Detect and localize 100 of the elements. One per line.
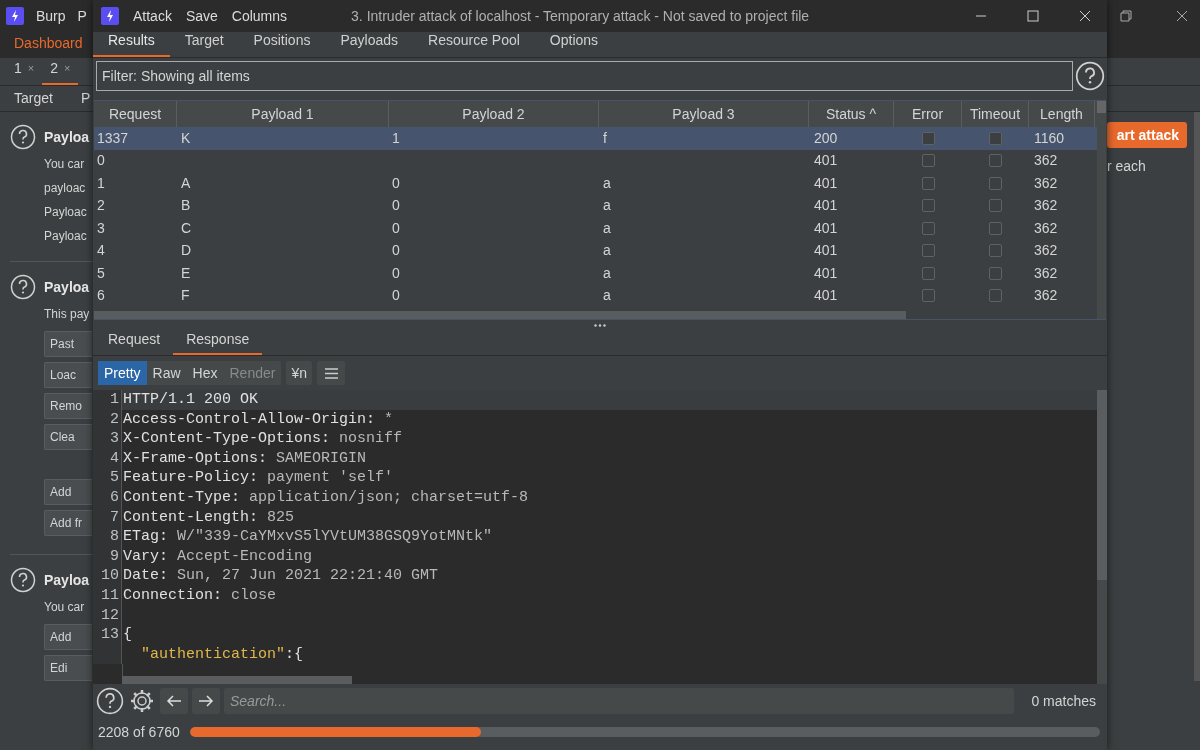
- right-arrow-icon: [198, 695, 214, 707]
- table-cell-text: 0: [391, 263, 401, 283]
- checkbox[interactable]: [989, 154, 1002, 168]
- menu-item[interactable]: Attack: [133, 5, 172, 27]
- intruder-tab[interactable]: P: [80, 88, 91, 109]
- action-button[interactable]: Add: [44, 624, 92, 650]
- table-cell-text: 3: [96, 218, 106, 238]
- checkbox[interactable]: [921, 244, 935, 258]
- session-tab[interactable]: 1 ×: [6, 58, 43, 85]
- checkbox[interactable]: [921, 199, 935, 213]
- close-icon[interactable]: [1079, 10, 1091, 22]
- checkbox[interactable]: [989, 221, 1002, 235]
- result-row[interactable]: 0 401 362: [94, 149, 1097, 172]
- newline-toggle-button[interactable]: ¥n: [286, 361, 312, 385]
- view-mode-button[interactable]: Hex: [186, 361, 224, 385]
- results-tab[interactable]: Resource Pool: [413, 30, 535, 57]
- table-cell-text: 401: [813, 263, 839, 283]
- code-line: Vary: Accept-Encoding: [122, 546, 313, 567]
- results-tab[interactable]: Payloads: [325, 30, 413, 57]
- result-row[interactable]: 3 C 0 a 401 362: [94, 217, 1097, 240]
- section-title: Payloa: [44, 127, 90, 147]
- action-button[interactable]: Add fr: [44, 510, 92, 536]
- action-button[interactable]: Past: [44, 331, 92, 357]
- table-cell-text: 6: [96, 286, 106, 306]
- restore-icon[interactable]: [1120, 10, 1132, 22]
- checkbox[interactable]: [921, 154, 935, 168]
- checkbox[interactable]: [921, 221, 935, 235]
- splitter-handle-icon[interactable]: [594, 323, 606, 327]
- close-icon[interactable]: [1176, 10, 1188, 22]
- code-line: Feature-Policy: payment 'self': [122, 468, 394, 488]
- results-tab[interactable]: Results: [93, 30, 170, 57]
- table-cell-text: 362: [1033, 218, 1059, 238]
- table-cell-text: C: [180, 218, 193, 238]
- menu-item[interactable]: Save: [185, 5, 218, 27]
- table-cell-text: 0: [391, 286, 401, 306]
- help-icon[interactable]: [10, 567, 36, 593]
- line-number: 1: [93, 390, 122, 410]
- checkbox[interactable]: [921, 289, 935, 303]
- menu-item[interactable]: Burp: [36, 5, 66, 27]
- maximize-icon[interactable]: [1027, 10, 1039, 22]
- result-row[interactable]: 1 A 0 a 401 362: [94, 172, 1097, 195]
- table-cell-text: 401: [813, 173, 839, 193]
- table-cell-text: 0: [96, 151, 106, 171]
- help-icon[interactable]: [1075, 61, 1105, 91]
- filter-bar[interactable]: Filter: Showing all items: [96, 61, 1073, 91]
- line-number: 5: [93, 468, 122, 488]
- action-button[interactable]: Add: [44, 479, 92, 505]
- code-line: HTTP/1.1 200 OK: [122, 390, 259, 410]
- table-cell-text: 4: [96, 241, 106, 261]
- view-mode-button[interactable]: Pretty: [98, 361, 147, 385]
- results-tab[interactable]: Target: [169, 30, 239, 57]
- checkbox[interactable]: [921, 266, 935, 280]
- result-row[interactable]: 4 D 0 a 401 362: [94, 239, 1097, 262]
- action-button[interactable]: Edi: [44, 655, 92, 681]
- intruder-tab[interactable]: Target: [14, 88, 53, 109]
- session-tab[interactable]: 2 ×: [42, 58, 79, 85]
- view-mode-button[interactable]: Raw: [146, 361, 187, 385]
- menu-icon: [324, 367, 338, 379]
- message-tab[interactable]: Response: [173, 329, 263, 355]
- action-button[interactable]: Loac: [44, 362, 92, 388]
- checkbox[interactable]: [989, 131, 1002, 145]
- menu-item[interactable]: Columns: [231, 5, 288, 27]
- checkbox[interactable]: [989, 289, 1002, 303]
- checkbox[interactable]: [989, 199, 1002, 213]
- checkbox[interactable]: [989, 244, 1002, 258]
- section-text: This pay: [44, 308, 91, 321]
- table-cell-text: a: [602, 218, 612, 238]
- result-row[interactable]: 6 F 0 a 401 362: [94, 284, 1097, 307]
- menu-button[interactable]: [317, 361, 345, 385]
- menu-item[interactable]: P: [77, 5, 87, 27]
- results-tab[interactable]: Positions: [238, 30, 326, 57]
- help-icon[interactable]: [96, 687, 124, 715]
- settings-icon[interactable]: [128, 687, 156, 715]
- table-cell-text: 401: [813, 241, 839, 261]
- search-field[interactable]: Search...: [224, 688, 1014, 714]
- vertical-scrollbar[interactable]: [1097, 390, 1107, 684]
- previous-button[interactable]: [160, 688, 188, 714]
- table-cell-text: 362: [1033, 151, 1059, 171]
- checkbox[interactable]: [921, 176, 935, 190]
- code-line: ETag: W/"339-CaYMxvS5lYVtUM38GSQ9YotMNtk": [122, 527, 493, 547]
- next-button[interactable]: [192, 688, 220, 714]
- horizontal-scrollbar[interactable]: [94, 311, 906, 319]
- result-row[interactable]: 5 E 0 a 401 362: [94, 262, 1097, 285]
- action-button[interactable]: Clea: [44, 424, 92, 450]
- result-row[interactable]: 2 B 0 a 401 362: [94, 194, 1097, 217]
- horizontal-scrollbar[interactable]: [122, 676, 352, 684]
- main-tab[interactable]: Dashboard: [14, 33, 83, 58]
- table-cell-text: 362: [1033, 196, 1059, 216]
- help-icon[interactable]: [10, 124, 36, 150]
- help-icon[interactable]: [10, 274, 36, 300]
- message-tab[interactable]: Request: [95, 329, 174, 355]
- table-cell-text: a: [602, 196, 612, 216]
- results-tab[interactable]: Options: [534, 30, 614, 57]
- result-row[interactable]: 1337 K 1 f 200 1160: [94, 127, 1097, 150]
- checkbox[interactable]: [989, 266, 1002, 280]
- action-button[interactable]: Remo: [44, 393, 92, 419]
- checkbox[interactable]: [989, 176, 1002, 190]
- checkbox[interactable]: [921, 131, 935, 145]
- app-logo-icon: [101, 7, 119, 25]
- vertical-scrollbar[interactable]: [1097, 101, 1106, 319]
